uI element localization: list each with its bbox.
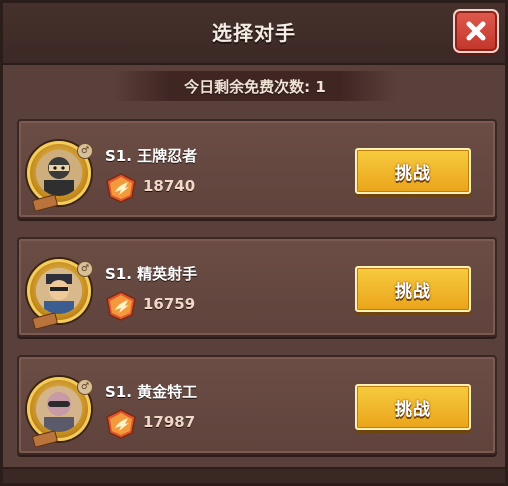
challenge-button[interactable]: 挑战 xyxy=(355,148,471,194)
opponent-name: S1. 精英射手 xyxy=(105,265,198,283)
power-emblem-icon xyxy=(106,409,136,439)
power-emblem-icon xyxy=(106,173,136,203)
rank-ribbon xyxy=(31,430,59,448)
opponent-name: S1. 黄金特工 xyxy=(105,383,198,401)
power-emblem-icon xyxy=(106,291,136,321)
avatar[interactable]: ♂ xyxy=(27,141,93,212)
select-opponent-dialog: 选择对手 今日剩余免费次数: 1 ♂ S1. 王牌忍者 18740 挑战 ♂ S… xyxy=(0,0,508,486)
free-attempts-banner: 今日剩余免费次数: 1 xyxy=(113,71,397,101)
avatar[interactable]: ♂ xyxy=(27,259,93,330)
gender-badge-icon: ♂ xyxy=(77,379,93,395)
challenge-button[interactable]: 挑战 xyxy=(355,384,471,430)
dialog-title: 选择对手 xyxy=(212,21,296,45)
close-icon xyxy=(466,21,486,41)
opponent-power: 18740 xyxy=(143,177,196,195)
opponent-name: S1. 王牌忍者 xyxy=(105,147,198,165)
avatar[interactable]: ♂ xyxy=(27,377,93,448)
opponent-card: ♂ S1. 王牌忍者 18740 挑战 xyxy=(17,119,497,219)
bottom-edge xyxy=(3,467,505,483)
challenge-button[interactable]: 挑战 xyxy=(355,266,471,312)
rank-ribbon xyxy=(31,194,59,212)
title-bar: 选择对手 xyxy=(3,3,505,65)
rank-ribbon xyxy=(31,312,59,330)
opponent-power: 16759 xyxy=(143,295,196,313)
close-button[interactable] xyxy=(453,9,499,53)
opponent-power: 17987 xyxy=(143,413,196,431)
opponent-card: ♂ S1. 精英射手 16759 挑战 xyxy=(17,237,497,337)
gender-badge-icon: ♂ xyxy=(77,261,93,277)
gender-badge-icon: ♂ xyxy=(77,143,93,159)
opponent-card: ♂ S1. 黄金特工 17987 挑战 xyxy=(17,355,497,455)
